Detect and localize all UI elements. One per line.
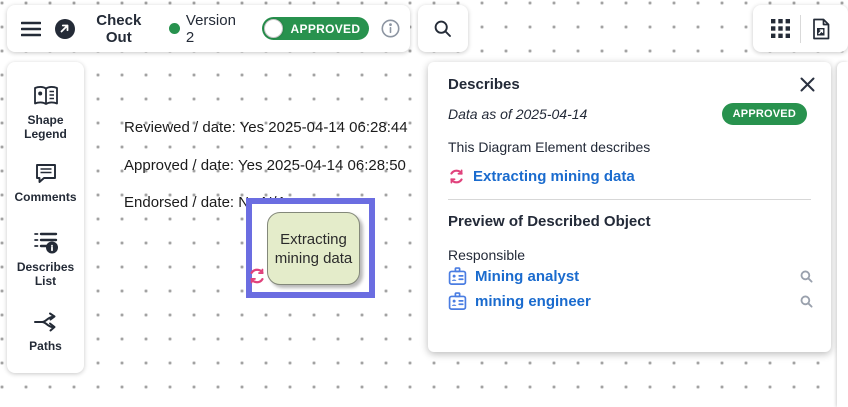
responsible-label: Responsible: [448, 247, 815, 263]
diagram-text-approved[interactable]: Approved / date: Yes 2025-04-14 06:28:50: [124, 157, 406, 174]
search-icon[interactable]: [433, 19, 453, 39]
describes-intro-text: This Diagram Element describes: [448, 139, 815, 155]
responsible-link-mining-analyst[interactable]: Mining analyst: [475, 268, 579, 285]
sidebar-item-paths[interactable]: Paths: [10, 310, 82, 353]
sidebar-item-label: Paths: [29, 339, 62, 353]
responsible-row: mining engineer: [448, 289, 815, 313]
check-out-arrow-icon: [55, 19, 75, 39]
responsible-link-mining-engineer[interactable]: mining engineer: [475, 293, 591, 310]
app-grid-icon[interactable]: [771, 19, 790, 38]
version-indicator: Version 2: [169, 12, 248, 46]
describes-marker-icon: [248, 267, 266, 285]
toggle-knob[interactable]: [264, 19, 283, 38]
locate-magnifier-icon[interactable]: [800, 295, 813, 308]
preview-heading: Preview of Described Object: [448, 213, 815, 230]
diagram-shape-extracting-mining-data[interactable]: Extracting mining data: [267, 212, 360, 285]
sidebar-item-describes-list[interactable]: Describes List: [10, 230, 82, 288]
panel-title: Describes: [448, 76, 520, 93]
locate-magnifier-icon[interactable]: [800, 270, 813, 283]
diagram-text-reviewed[interactable]: Reviewed / date: Yes 2025-04-14 06:28:44: [124, 119, 408, 136]
sidebar-item-label: Describes List: [10, 260, 82, 288]
version-status-dot: [169, 23, 180, 34]
describes-list-icon: [33, 230, 59, 255]
describes-cycle-icon: [448, 168, 465, 185]
open-document-icon[interactable]: [811, 18, 831, 40]
panel-divider: [448, 199, 811, 200]
described-object-link[interactable]: Extracting mining data: [473, 168, 635, 185]
shape-legend-icon: [33, 84, 59, 108]
left-tool-sidebar: Shape Legend Comments Describ: [7, 62, 84, 373]
comments-icon: [34, 161, 58, 185]
data-as-of-label: Data as of 2025-04-14: [448, 106, 587, 122]
version-label: Version 2: [186, 12, 248, 46]
close-icon[interactable]: [800, 77, 815, 92]
info-icon[interactable]: [381, 19, 400, 38]
toolbar-divider: [800, 15, 801, 43]
search-card: [418, 5, 468, 52]
role-badge-icon: [448, 292, 467, 311]
describes-panel: Describes Data as of 2025-04-14 APPROVED…: [428, 62, 831, 352]
responsible-row: Mining analyst: [448, 264, 815, 288]
approved-toggle[interactable]: APPROVED: [262, 17, 369, 40]
check-out-button[interactable]: Check Out: [55, 12, 156, 46]
menu-icon[interactable]: [20, 18, 42, 40]
top-right-toolbar: [753, 5, 848, 52]
role-badge-icon: [448, 267, 467, 286]
approved-status-badge: APPROVED: [722, 103, 807, 125]
top-toolbar: Check Out Version 2 APPROVED: [7, 5, 410, 52]
sidebar-item-comments[interactable]: Comments: [10, 161, 82, 204]
check-out-label: Check Out: [82, 12, 156, 46]
sidebar-item-label: Shape Legend: [10, 113, 82, 141]
adjacent-panel-edge: [837, 62, 848, 407]
toggle-state-label: APPROVED: [288, 17, 363, 40]
paths-icon: [33, 310, 59, 334]
sidebar-item-shape-legend[interactable]: Shape Legend: [10, 84, 82, 141]
sidebar-item-label: Comments: [14, 190, 76, 204]
